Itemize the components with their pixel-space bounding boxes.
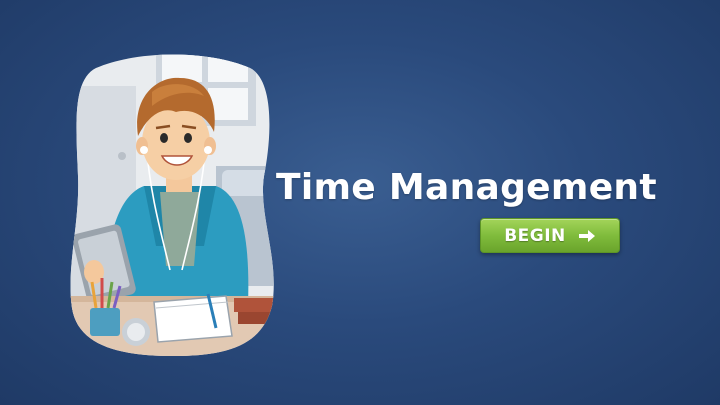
arrow-right-icon (578, 229, 596, 243)
title-slide: Time Management BEGIN (0, 0, 720, 405)
begin-button[interactable]: BEGIN (480, 218, 620, 253)
begin-button-label: BEGIN (504, 225, 566, 246)
student-studying-illustration (66, 46, 280, 358)
page-title: Time Management (276, 167, 657, 208)
